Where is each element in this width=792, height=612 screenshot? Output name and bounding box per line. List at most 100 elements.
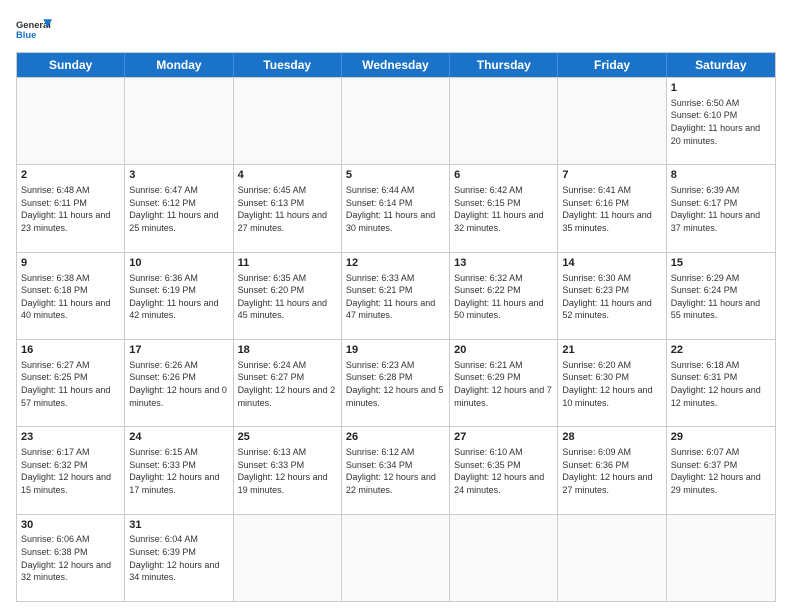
sun-info: Sunrise: 6:29 AM Sunset: 6:24 PM Dayligh…: [671, 272, 771, 322]
calendar-week-3: 9Sunrise: 6:38 AM Sunset: 6:18 PM Daylig…: [17, 252, 775, 339]
calendar-week-2: 2Sunrise: 6:48 AM Sunset: 6:11 PM Daylig…: [17, 164, 775, 251]
calendar-cell-17: 17Sunrise: 6:26 AM Sunset: 6:26 PM Dayli…: [125, 340, 233, 426]
calendar-cell-13: 13Sunrise: 6:32 AM Sunset: 6:22 PM Dayli…: [450, 253, 558, 339]
weekday-header-monday: Monday: [125, 53, 233, 77]
page-header: General Blue: [16, 16, 776, 44]
day-number: 19: [346, 343, 445, 358]
day-number: 4: [238, 168, 337, 183]
calendar-week-6: 30Sunrise: 6:06 AM Sunset: 6:38 PM Dayli…: [17, 514, 775, 601]
day-number: 27: [454, 430, 553, 445]
calendar-cell-empty-5-6: [667, 515, 775, 601]
sun-info: Sunrise: 6:35 AM Sunset: 6:20 PM Dayligh…: [238, 272, 337, 322]
weekday-header-friday: Friday: [558, 53, 666, 77]
calendar-cell-5: 5Sunrise: 6:44 AM Sunset: 6:14 PM Daylig…: [342, 165, 450, 251]
sun-info: Sunrise: 6:39 AM Sunset: 6:17 PM Dayligh…: [671, 184, 771, 234]
sun-info: Sunrise: 6:44 AM Sunset: 6:14 PM Dayligh…: [346, 184, 445, 234]
day-number: 14: [562, 256, 661, 271]
weekday-header-sunday: Sunday: [17, 53, 125, 77]
sun-info: Sunrise: 6:41 AM Sunset: 6:16 PM Dayligh…: [562, 184, 661, 234]
sun-info: Sunrise: 6:10 AM Sunset: 6:35 PM Dayligh…: [454, 446, 553, 496]
day-number: 20: [454, 343, 553, 358]
sun-info: Sunrise: 6:23 AM Sunset: 6:28 PM Dayligh…: [346, 359, 445, 409]
sun-info: Sunrise: 6:06 AM Sunset: 6:38 PM Dayligh…: [21, 533, 120, 583]
sun-info: Sunrise: 6:27 AM Sunset: 6:25 PM Dayligh…: [21, 359, 120, 409]
sun-info: Sunrise: 6:45 AM Sunset: 6:13 PM Dayligh…: [238, 184, 337, 234]
sun-info: Sunrise: 6:36 AM Sunset: 6:19 PM Dayligh…: [129, 272, 228, 322]
sun-info: Sunrise: 6:07 AM Sunset: 6:37 PM Dayligh…: [671, 446, 771, 496]
calendar-cell-empty-0-5: [558, 78, 666, 164]
day-number: 8: [671, 168, 771, 183]
day-number: 15: [671, 256, 771, 271]
sun-info: Sunrise: 6:26 AM Sunset: 6:26 PM Dayligh…: [129, 359, 228, 409]
day-number: 24: [129, 430, 228, 445]
calendar-cell-empty-0-2: [234, 78, 342, 164]
calendar-page: General Blue SundayMondayTuesdayWednesda…: [0, 0, 792, 612]
calendar-cell-26: 26Sunrise: 6:12 AM Sunset: 6:34 PM Dayli…: [342, 427, 450, 513]
day-number: 12: [346, 256, 445, 271]
calendar-cell-7: 7Sunrise: 6:41 AM Sunset: 6:16 PM Daylig…: [558, 165, 666, 251]
day-number: 10: [129, 256, 228, 271]
day-number: 30: [21, 518, 120, 533]
day-number: 18: [238, 343, 337, 358]
sun-info: Sunrise: 6:50 AM Sunset: 6:10 PM Dayligh…: [671, 97, 771, 147]
sun-info: Sunrise: 6:13 AM Sunset: 6:33 PM Dayligh…: [238, 446, 337, 496]
calendar-week-5: 23Sunrise: 6:17 AM Sunset: 6:32 PM Dayli…: [17, 426, 775, 513]
sun-info: Sunrise: 6:15 AM Sunset: 6:33 PM Dayligh…: [129, 446, 228, 496]
calendar-cell-25: 25Sunrise: 6:13 AM Sunset: 6:33 PM Dayli…: [234, 427, 342, 513]
logo: General Blue: [16, 16, 52, 44]
day-number: 25: [238, 430, 337, 445]
calendar-cell-empty-5-5: [558, 515, 666, 601]
day-number: 11: [238, 256, 337, 271]
day-number: 1: [671, 81, 771, 96]
day-number: 5: [346, 168, 445, 183]
day-number: 23: [21, 430, 120, 445]
calendar-cell-11: 11Sunrise: 6:35 AM Sunset: 6:20 PM Dayli…: [234, 253, 342, 339]
calendar-cell-empty-0-4: [450, 78, 558, 164]
calendar-cell-21: 21Sunrise: 6:20 AM Sunset: 6:30 PM Dayli…: [558, 340, 666, 426]
calendar-cell-empty-5-4: [450, 515, 558, 601]
day-number: 28: [562, 430, 661, 445]
calendar-week-4: 16Sunrise: 6:27 AM Sunset: 6:25 PM Dayli…: [17, 339, 775, 426]
day-number: 22: [671, 343, 771, 358]
weekday-header-thursday: Thursday: [450, 53, 558, 77]
calendar-cell-12: 12Sunrise: 6:33 AM Sunset: 6:21 PM Dayli…: [342, 253, 450, 339]
calendar-cell-20: 20Sunrise: 6:21 AM Sunset: 6:29 PM Dayli…: [450, 340, 558, 426]
calendar-cell-14: 14Sunrise: 6:30 AM Sunset: 6:23 PM Dayli…: [558, 253, 666, 339]
sun-info: Sunrise: 6:21 AM Sunset: 6:29 PM Dayligh…: [454, 359, 553, 409]
sun-info: Sunrise: 6:42 AM Sunset: 6:15 PM Dayligh…: [454, 184, 553, 234]
sun-info: Sunrise: 6:48 AM Sunset: 6:11 PM Dayligh…: [21, 184, 120, 234]
calendar-cell-27: 27Sunrise: 6:10 AM Sunset: 6:35 PM Dayli…: [450, 427, 558, 513]
day-number: 2: [21, 168, 120, 183]
sun-info: Sunrise: 6:17 AM Sunset: 6:32 PM Dayligh…: [21, 446, 120, 496]
sun-info: Sunrise: 6:18 AM Sunset: 6:31 PM Dayligh…: [671, 359, 771, 409]
sun-info: Sunrise: 6:32 AM Sunset: 6:22 PM Dayligh…: [454, 272, 553, 322]
calendar-cell-empty-0-3: [342, 78, 450, 164]
sun-info: Sunrise: 6:30 AM Sunset: 6:23 PM Dayligh…: [562, 272, 661, 322]
calendar-cell-16: 16Sunrise: 6:27 AM Sunset: 6:25 PM Dayli…: [17, 340, 125, 426]
day-number: 21: [562, 343, 661, 358]
day-number: 3: [129, 168, 228, 183]
calendar-cell-29: 29Sunrise: 6:07 AM Sunset: 6:37 PM Dayli…: [667, 427, 775, 513]
sun-info: Sunrise: 6:47 AM Sunset: 6:12 PM Dayligh…: [129, 184, 228, 234]
day-number: 6: [454, 168, 553, 183]
calendar-cell-3: 3Sunrise: 6:47 AM Sunset: 6:12 PM Daylig…: [125, 165, 233, 251]
day-number: 29: [671, 430, 771, 445]
calendar-cell-24: 24Sunrise: 6:15 AM Sunset: 6:33 PM Dayli…: [125, 427, 233, 513]
sun-info: Sunrise: 6:12 AM Sunset: 6:34 PM Dayligh…: [346, 446, 445, 496]
sun-info: Sunrise: 6:20 AM Sunset: 6:30 PM Dayligh…: [562, 359, 661, 409]
generalblue-logo-icon: General Blue: [16, 16, 52, 44]
day-number: 26: [346, 430, 445, 445]
calendar-cell-15: 15Sunrise: 6:29 AM Sunset: 6:24 PM Dayli…: [667, 253, 775, 339]
sun-info: Sunrise: 6:09 AM Sunset: 6:36 PM Dayligh…: [562, 446, 661, 496]
calendar-cell-9: 9Sunrise: 6:38 AM Sunset: 6:18 PM Daylig…: [17, 253, 125, 339]
day-number: 17: [129, 343, 228, 358]
calendar: SundayMondayTuesdayWednesdayThursdayFrid…: [16, 52, 776, 602]
calendar-cell-8: 8Sunrise: 6:39 AM Sunset: 6:17 PM Daylig…: [667, 165, 775, 251]
weekday-header-wednesday: Wednesday: [342, 53, 450, 77]
weekday-header-saturday: Saturday: [667, 53, 775, 77]
calendar-cell-23: 23Sunrise: 6:17 AM Sunset: 6:32 PM Dayli…: [17, 427, 125, 513]
calendar-body: 1Sunrise: 6:50 AM Sunset: 6:10 PM Daylig…: [17, 77, 775, 601]
calendar-cell-30: 30Sunrise: 6:06 AM Sunset: 6:38 PM Dayli…: [17, 515, 125, 601]
calendar-cell-empty-5-2: [234, 515, 342, 601]
day-number: 9: [21, 256, 120, 271]
